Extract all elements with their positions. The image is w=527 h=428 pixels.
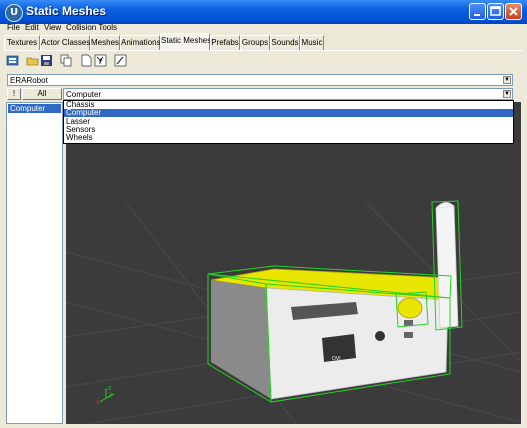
tab-meshes[interactable]: Meshes (90, 35, 120, 50)
mesh-list[interactable]: Computer (6, 102, 63, 424)
axis-x-label: x (96, 399, 100, 406)
menu-view[interactable]: View (44, 23, 61, 32)
tab-music[interactable]: Music (300, 35, 324, 50)
import-icon[interactable] (6, 54, 19, 67)
menu-edit[interactable]: Edit (25, 23, 39, 32)
menu-file[interactable]: File (7, 23, 20, 32)
group-combo-value: Computer (66, 90, 102, 99)
package-combo[interactable]: ERARobot ▼ (7, 74, 513, 86)
chevron-down-icon[interactable]: ▼ (503, 90, 511, 98)
tab-prefabs[interactable]: Prefabs (210, 35, 240, 50)
dvi-port-label: DVI (332, 356, 341, 362)
tab-animations[interactable]: Animations (120, 35, 161, 50)
dropdown-item-chassis[interactable]: Chassis (64, 101, 513, 109)
list-item[interactable]: Computer (8, 104, 61, 113)
axis-gizmo: z y x (96, 385, 115, 406)
tab-divider (4, 50, 523, 51)
menu-bar: File Edit View Collision Tools (0, 23, 527, 34)
tab-sounds[interactable]: Sounds (270, 35, 300, 50)
group-combo[interactable]: Computer ▼ (63, 88, 513, 100)
copy-icon[interactable] (60, 54, 73, 67)
menu-collision-tools[interactable]: Collision Tools (66, 23, 117, 32)
new-icon[interactable] (80, 54, 93, 67)
tab-textures[interactable]: Textures (4, 35, 40, 50)
unreal-logo-icon: U (5, 4, 23, 22)
dropdown-item-lasser[interactable]: Lasser (64, 118, 513, 126)
title-bar[interactable]: U Static Meshes (0, 0, 527, 24)
dropdown-item-sensors[interactable]: Sensors (64, 126, 513, 134)
axis-y-label: y (109, 391, 113, 398)
close-icon (509, 7, 518, 16)
static-meshes-window: U Static Meshes File Edit View Collision… (0, 0, 527, 428)
minimize-button[interactable] (469, 3, 486, 20)
dropdown-item-computer[interactable]: Computer (64, 109, 513, 117)
tab-actor-classes[interactable]: Actor Classes (40, 35, 90, 50)
maximize-icon (490, 6, 501, 16)
open-icon[interactable] (26, 54, 39, 67)
tab-static-meshes[interactable]: Static Meshes (160, 33, 211, 50)
dropdown-item-wheels[interactable]: Wheels (64, 134, 513, 142)
window-title: Static Meshes (26, 4, 107, 18)
edit-icon[interactable] (114, 54, 127, 67)
viewport-scene: DVI z y x (66, 200, 521, 424)
package-combo-value: ERARobot (10, 76, 48, 85)
maximize-button[interactable] (487, 3, 504, 20)
tab-groups[interactable]: Groups (240, 35, 270, 50)
save-icon[interactable] (40, 54, 53, 67)
computer-mesh: DVI (210, 202, 459, 400)
static-mesh-viewport[interactable]: DVI z y x (66, 102, 521, 424)
exclamation-button[interactable]: ! (7, 88, 21, 100)
group-dropdown-list[interactable]: Chassis Computer Lasser Sensors Wheels (63, 100, 514, 144)
close-button[interactable] (505, 3, 522, 20)
all-button[interactable]: All (22, 88, 62, 100)
minimize-icon (474, 14, 480, 16)
properties-icon[interactable] (94, 54, 107, 67)
chevron-down-icon[interactable]: ▼ (503, 76, 511, 84)
